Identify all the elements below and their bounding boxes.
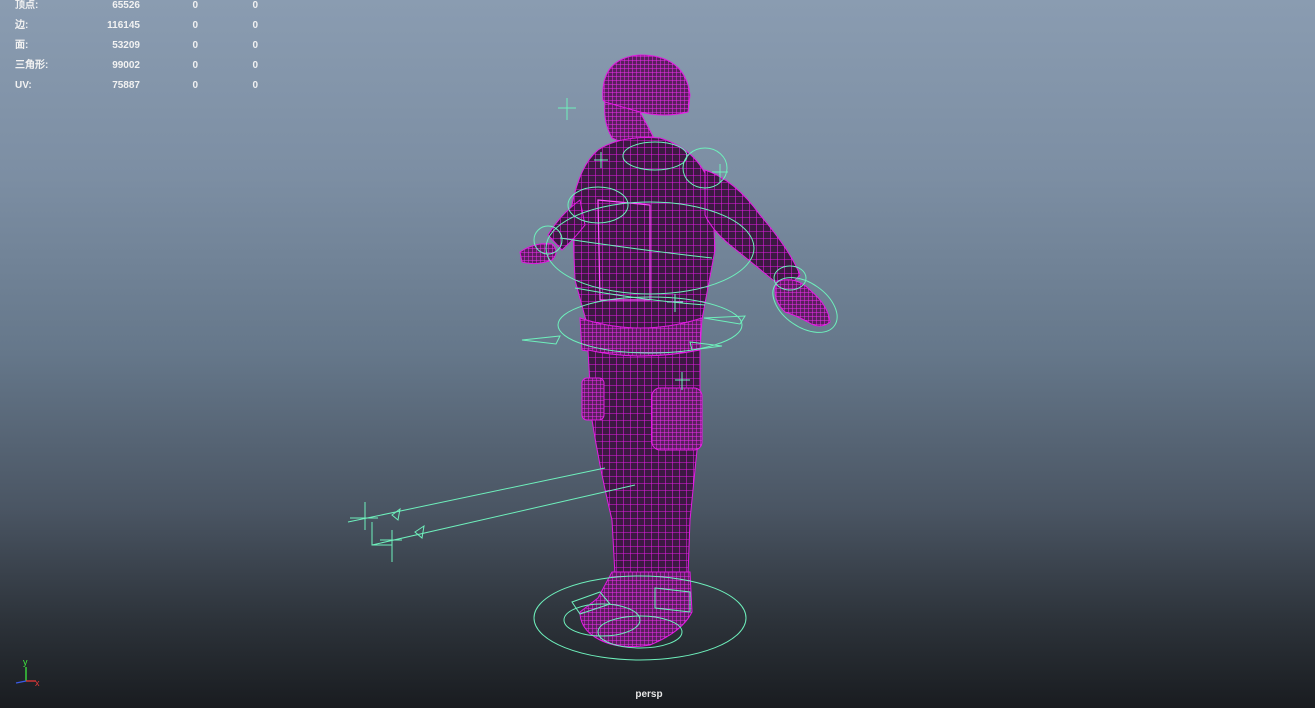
right-hand-mesh[interactable]	[774, 279, 831, 327]
scene-canvas[interactable]	[0, 0, 1315, 708]
character-mesh[interactable]	[519, 54, 831, 648]
x-axis-label: x	[35, 678, 40, 688]
z-axis-line	[15, 680, 27, 684]
head-crosshair[interactable]	[558, 98, 576, 120]
right-arm-mesh[interactable]	[704, 169, 801, 291]
torso-mesh[interactable]	[571, 137, 716, 342]
axis-gizmo: y x	[15, 657, 40, 688]
hip-pouch-mesh[interactable]	[581, 377, 605, 421]
camera-label: persp	[635, 689, 663, 700]
perspective-viewport[interactable]: 顶点: 65526 0 0 边: 116145 0 0 面: 53209 0 0…	[0, 0, 1315, 708]
legs-mesh[interactable]	[587, 349, 701, 576]
pole-arrows[interactable]	[391, 507, 425, 539]
y-axis-label: y	[23, 657, 28, 667]
thigh-pouch-mesh[interactable]	[651, 387, 703, 451]
knee-pole-control[interactable]	[347, 467, 636, 562]
